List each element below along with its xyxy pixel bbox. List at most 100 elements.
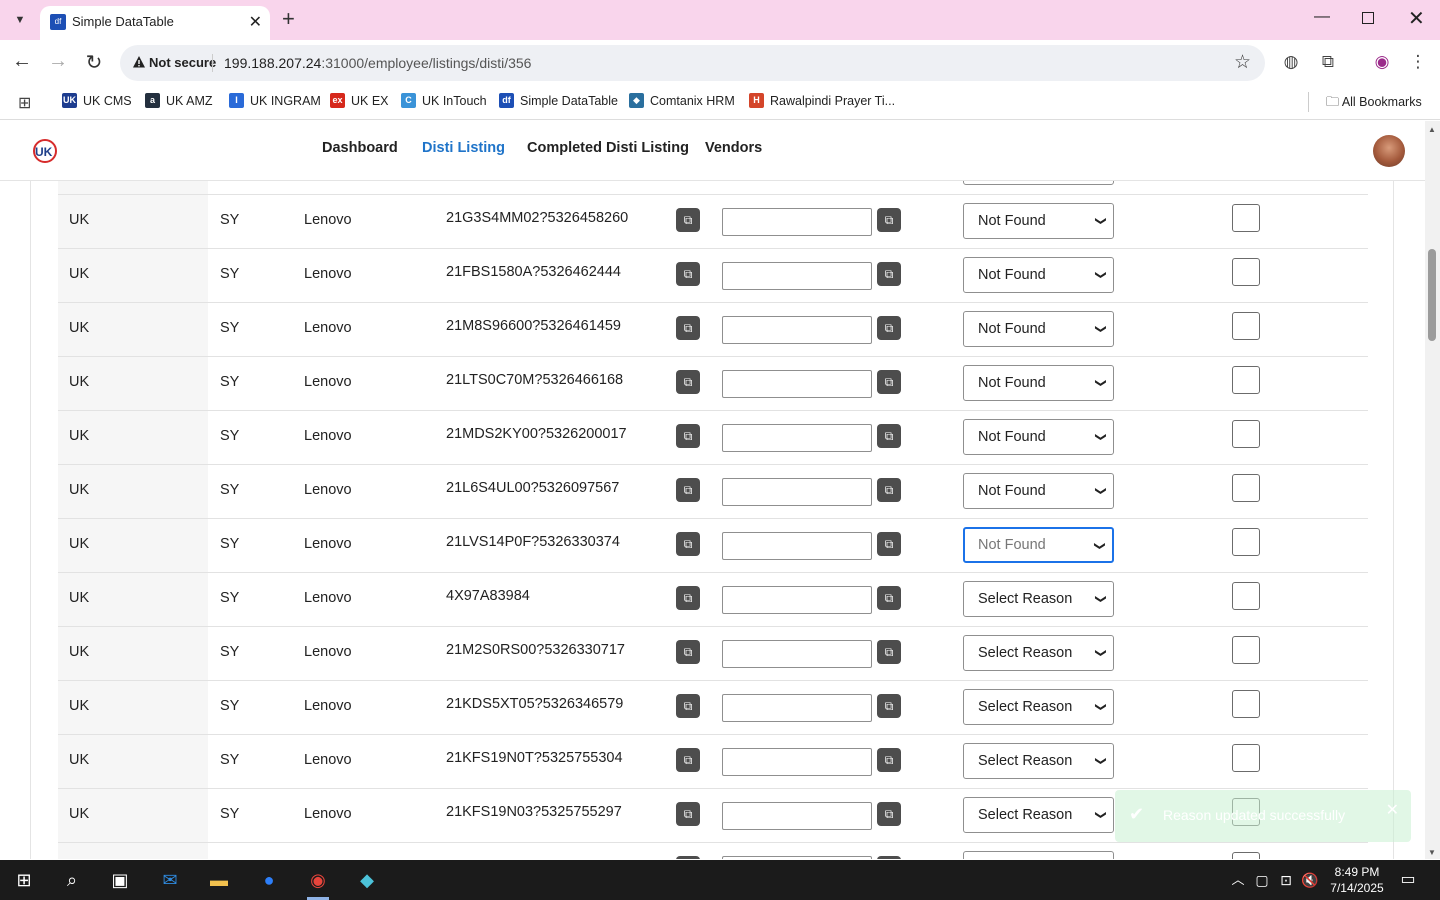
listing-input[interactable] — [722, 208, 872, 236]
paste-icon[interactable]: ⧉ — [877, 478, 901, 502]
reason-select[interactable] — [963, 851, 1114, 859]
notifications-icon[interactable]: ▭ — [1396, 868, 1420, 892]
bookmark-item[interactable]: ex UK EX — [330, 93, 389, 108]
listing-input[interactable] — [722, 802, 872, 830]
volume-muted-icon[interactable]: 🔇 — [1298, 868, 1322, 892]
copy-sku-icon[interactable]: ⧉ — [676, 694, 700, 718]
copy-sku-icon[interactable] — [676, 856, 700, 859]
toast-close-icon[interactable]: ✕ — [1386, 800, 1399, 820]
nav-disti-listing[interactable]: Disti Listing — [422, 140, 505, 156]
copy-sku-icon[interactable]: ⧉ — [676, 316, 700, 340]
copy-sku-icon[interactable]: ⧉ — [676, 586, 700, 610]
network-icon[interactable]: ⊡ — [1274, 868, 1298, 892]
bookmark-star-icon[interactable]: ☆ — [1234, 51, 1251, 74]
maximize-icon[interactable] — [1362, 12, 1374, 24]
listing-input[interactable] — [722, 856, 872, 859]
app-diamond-icon[interactable]: ◆ — [355, 868, 379, 892]
tab-search-chevron-icon[interactable]: ▼ — [8, 8, 32, 32]
reason-select[interactable]: Select Reason ❯ — [963, 743, 1114, 779]
reason-select[interactable]: Select Reason ❯ — [963, 797, 1114, 833]
copy-sku-icon[interactable]: ⧉ — [676, 748, 700, 772]
row-checkbox[interactable] — [1232, 528, 1260, 556]
paste-icon[interactable]: ⧉ — [877, 424, 901, 448]
reason-select[interactable]: Not Found ❯ — [963, 365, 1114, 401]
reason-select[interactable]: Not Found ❯ — [963, 311, 1114, 347]
row-checkbox[interactable] — [1232, 852, 1260, 859]
scroll-down-icon[interactable]: ▼ — [1428, 848, 1436, 857]
security-label[interactable]: Not secure — [149, 55, 216, 70]
row-checkbox[interactable] — [1232, 582, 1260, 610]
listing-input[interactable] — [722, 478, 872, 506]
windows-start-icon[interactable]: ⊞ — [12, 868, 36, 892]
listing-input[interactable] — [722, 748, 872, 776]
new-tab-icon[interactable]: + — [282, 6, 295, 32]
bookmark-item[interactable]: H Rawalpindi Prayer Ti... — [749, 93, 895, 108]
paste-icon[interactable]: ⧉ — [877, 748, 901, 772]
security-tray-icon[interactable]: ▢ — [1250, 868, 1274, 892]
listing-input[interactable] — [722, 532, 872, 560]
clock[interactable]: 8:49 PM 7/14/2025 — [1322, 864, 1392, 896]
copy-sku-icon[interactable]: ⧉ — [676, 802, 700, 826]
listing-input[interactable] — [722, 640, 872, 668]
extensions-icon[interactable]: ⧉ — [1318, 52, 1338, 72]
row-checkbox[interactable] — [1232, 690, 1260, 718]
tab-close-icon[interactable]: ✕ — [249, 12, 262, 32]
scroll-thumb[interactable] — [1428, 249, 1436, 341]
row-checkbox[interactable] — [1232, 204, 1260, 232]
row-checkbox[interactable] — [1232, 312, 1260, 340]
translate-icon[interactable]: ◍ — [1281, 52, 1301, 72]
window-close-icon[interactable]: ✕ — [1408, 6, 1425, 31]
paste-icon[interactable]: ⧉ — [877, 208, 901, 232]
paste-icon[interactable]: ⧉ — [877, 586, 901, 610]
bookmark-item[interactable]: I UK INGRAM — [229, 93, 321, 108]
menu-kebab-icon[interactable]: ⋮ — [1408, 52, 1428, 72]
paste-icon[interactable]: ⧉ — [877, 802, 901, 826]
bookmark-item[interactable]: a UK AMZ — [145, 93, 213, 108]
apps-grid-icon[interactable]: ⊞ — [18, 93, 31, 113]
profile-icon[interactable]: ◉ — [1372, 52, 1392, 72]
avatar[interactable] — [1373, 135, 1405, 167]
task-view-icon[interactable]: ▣ — [108, 868, 132, 892]
all-bookmarks[interactable]: 🗀 All Bookmarks — [1326, 93, 1422, 115]
paste-icon[interactable]: ⧉ — [877, 640, 901, 664]
reason-select[interactable]: Not Found ❯ — [963, 203, 1114, 239]
paste-icon[interactable]: ⧉ — [877, 370, 901, 394]
reason-select[interactable]: Not Found ❯ — [963, 527, 1114, 563]
address-bar[interactable]: Not secure 199.188.207.24:31000/employee… — [120, 45, 1265, 81]
paste-icon[interactable]: ⧉ — [877, 262, 901, 286]
reason-select[interactable]: Select Reason ❯ — [963, 689, 1114, 725]
search-icon[interactable]: ⌕ — [60, 868, 84, 892]
minimize-icon[interactable]: — — [1314, 8, 1330, 26]
copy-sku-icon[interactable]: ⧉ — [676, 262, 700, 286]
bookmark-item[interactable]: ◆ Comtanix HRM — [629, 93, 735, 108]
paste-icon[interactable]: ⧉ — [877, 694, 901, 718]
zoom-icon[interactable]: ● — [257, 868, 281, 892]
copy-sku-icon[interactable]: ⧉ — [676, 532, 700, 556]
scroll-up-icon[interactable]: ▲ — [1428, 125, 1436, 134]
paste-icon[interactable]: ⧉ — [877, 532, 901, 556]
page-scrollbar[interactable]: ▲ ▼ — [1425, 121, 1440, 859]
copy-sku-icon[interactable]: ⧉ — [676, 424, 700, 448]
nav-vendors[interactable]: Vendors — [705, 140, 762, 156]
reload-icon[interactable]: ↻ — [82, 50, 106, 75]
row-checkbox[interactable] — [1232, 636, 1260, 664]
row-checkbox[interactable] — [1232, 474, 1260, 502]
reason-select[interactable]: Select Reason ❯ — [963, 635, 1114, 671]
listing-input[interactable] — [722, 694, 872, 722]
bookmark-item[interactable]: df Simple DataTable — [499, 93, 618, 108]
url-text[interactable]: 199.188.207.24:31000/employee/listings/d… — [224, 55, 531, 71]
copy-sku-icon[interactable]: ⧉ — [676, 208, 700, 232]
browser-tab[interactable]: df Simple DataTable ✕ — [40, 6, 270, 40]
chevron-up-icon[interactable]: ︿ — [1226, 868, 1250, 892]
listing-input[interactable] — [722, 316, 872, 344]
copy-sku-icon[interactable]: ⧉ — [676, 478, 700, 502]
row-checkbox[interactable] — [1232, 366, 1260, 394]
paste-icon[interactable] — [877, 856, 901, 859]
nav-completed-disti-listing[interactable]: Completed Disti Listing — [527, 140, 689, 156]
bookmark-item[interactable]: UK UK CMS — [62, 93, 132, 108]
listing-input[interactable] — [722, 262, 872, 290]
nav-dashboard[interactable]: Dashboard — [322, 140, 398, 156]
chrome-icon[interactable]: ◉ — [306, 868, 330, 892]
reason-select[interactable]: Not Found ❯ — [963, 257, 1114, 293]
bookmark-item[interactable]: C UK InTouch — [401, 93, 487, 108]
